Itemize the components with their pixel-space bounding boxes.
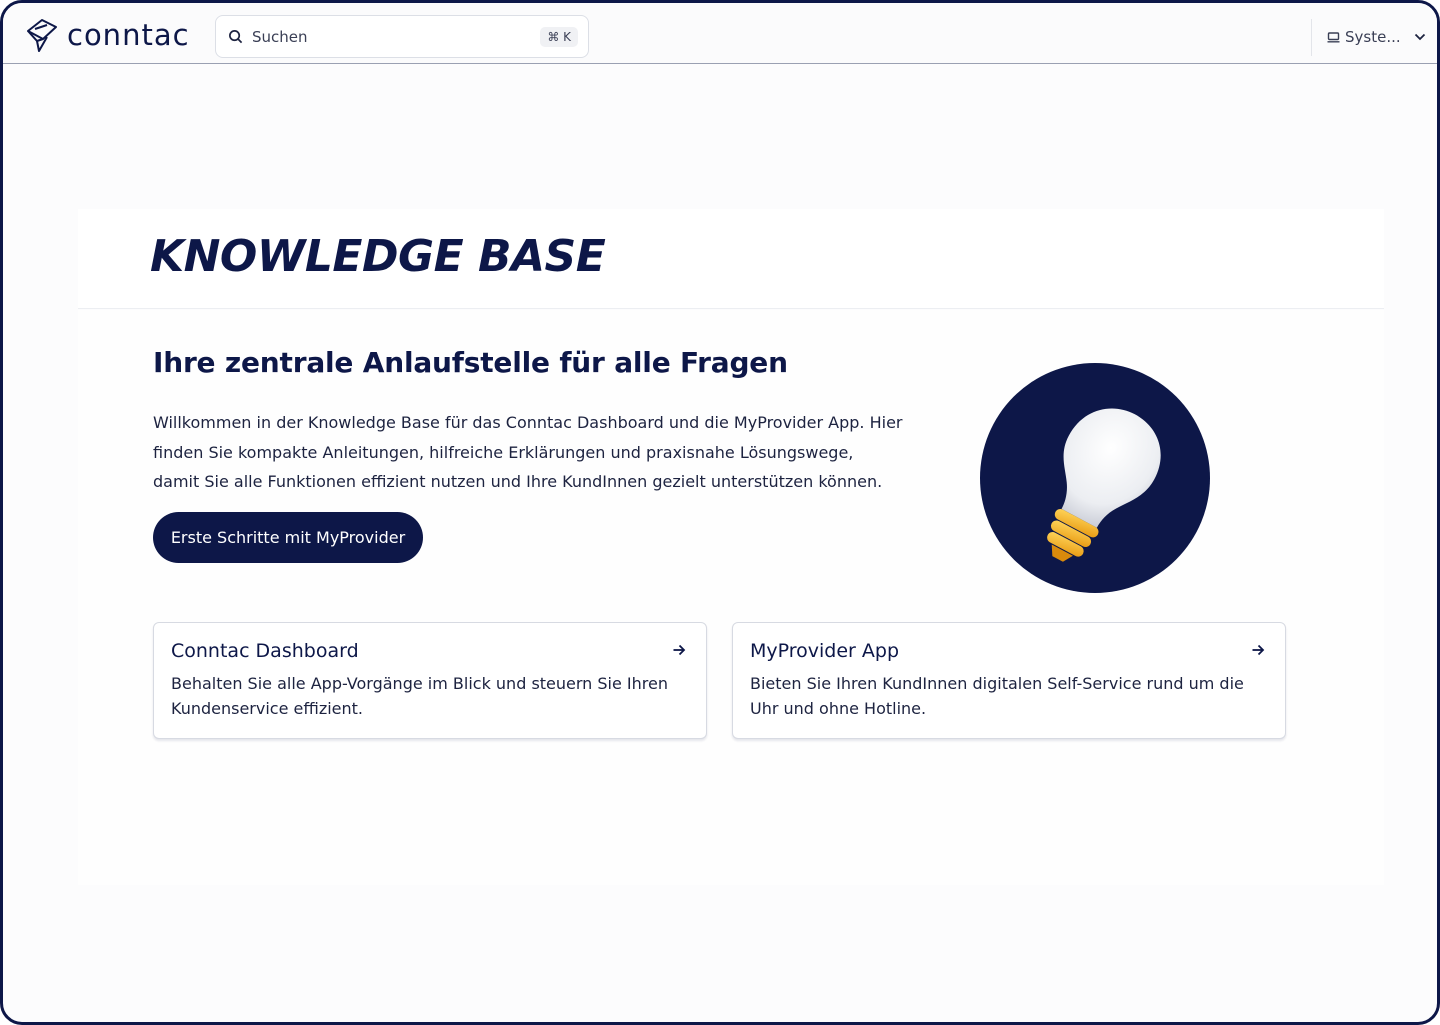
card-title: Conntac Dashboard xyxy=(171,640,359,662)
brand-name: conntac xyxy=(67,18,190,52)
card-description: Bieten Sie Ihren KundInnen digitalen Sel… xyxy=(750,674,1244,718)
page-header-section: KNOWLEDGE BASE xyxy=(78,209,1384,309)
search-input[interactable]: Suchen ⌘ K xyxy=(215,15,589,58)
monitor-icon xyxy=(1327,31,1340,43)
card-title: MyProvider App xyxy=(750,640,900,662)
hero-section: Ihre zentrale Anlaufstelle für alle Frag… xyxy=(78,310,1384,885)
chevron-down-icon xyxy=(1414,33,1425,41)
card-myprovider-app[interactable]: MyProvider App Bieten Sie Ihren KundInne… xyxy=(732,622,1286,739)
getting-started-button[interactable]: Erste Schritte mit MyProvider xyxy=(153,512,423,563)
header-divider xyxy=(1311,19,1312,56)
page-title: KNOWLEDGE BASE xyxy=(150,231,606,282)
arrow-right-icon xyxy=(1252,644,1265,656)
card-conntac-dashboard[interactable]: Conntac Dashboard Behalten Sie alle App-… xyxy=(153,622,707,739)
search-icon xyxy=(229,30,243,44)
search-placeholder: Suchen xyxy=(252,27,308,46)
brand-logo[interactable]: conntac xyxy=(25,17,190,53)
card-description: Behalten Sie alle App-Vorgänge im Blick … xyxy=(171,674,668,718)
hero-subtitle: Ihre zentrale Anlaufstelle für alle Frag… xyxy=(153,346,788,379)
lightbulb-illustration xyxy=(980,363,1210,593)
search-shortcut-badge: ⌘ K xyxy=(540,26,578,47)
theme-selector[interactable]: Syste... xyxy=(1327,23,1426,51)
arrow-right-icon xyxy=(673,644,686,656)
lightbulb-icon xyxy=(1047,408,1161,562)
top-navigation-bar: conntac Suchen ⌘ K Syste... xyxy=(3,3,1437,64)
app-window: conntac Suchen ⌘ K Syste... KNOWLEDGE BA… xyxy=(0,0,1440,1025)
conntac-logo-icon xyxy=(27,19,57,52)
hero-intro-text: Willkommen in der Knowledge Base für das… xyxy=(153,413,903,491)
theme-selector-label: Syste... xyxy=(1345,28,1401,46)
